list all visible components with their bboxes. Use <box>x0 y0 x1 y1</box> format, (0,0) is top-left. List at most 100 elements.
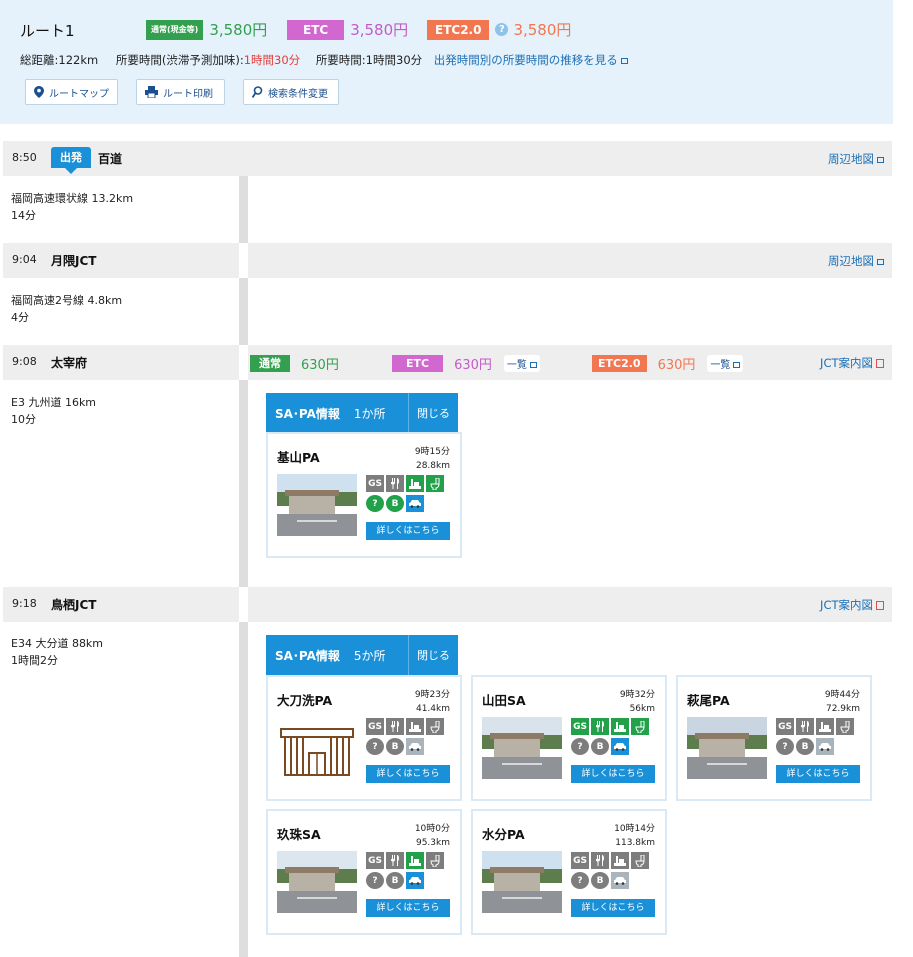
segment-road: 福岡高速2号線 4.8km <box>11 294 123 307</box>
sapa-photo <box>482 851 562 913</box>
fare-list-link[interactable]: 一覧 <box>707 355 744 372</box>
fare-cash: 通常(現金等) 3,580円 <box>146 19 267 40</box>
sapa-arrival: 9時44分 72.9km <box>824 690 860 714</box>
fare-etc2-tag: ETC2.0 <box>427 19 490 40</box>
shop-icon <box>406 475 424 492</box>
fare-cash-tag: 通常(現金等) <box>146 19 204 40</box>
restaurant-icon <box>796 718 814 735</box>
route-title: ルート1 <box>20 22 75 40</box>
info-icon: ? <box>776 738 794 755</box>
route-map-button[interactable]: ルートマップ <box>25 79 118 105</box>
route-timeline-line <box>239 163 248 957</box>
station-name: 百道 <box>98 152 123 166</box>
map-pin-icon <box>34 86 44 98</box>
station-row: 9:04 月隈JCT 周辺地図 <box>3 243 892 278</box>
details-button[interactable]: 詳しくはこちら <box>571 765 655 783</box>
fare-list-link[interactable]: 一覧 <box>503 355 540 372</box>
restaurant-icon <box>386 718 404 735</box>
sapa-arrival: 9時15分 28.8km <box>414 447 450 471</box>
ev-charger-icon <box>816 738 834 755</box>
details-button[interactable]: 詳しくはこちら <box>776 765 860 783</box>
details-button[interactable]: 詳しくはこちら <box>571 899 655 917</box>
segment-duration: 4分 <box>11 311 29 324</box>
sapa-thumbnail[interactable] <box>277 851 357 913</box>
info-icon: ? <box>366 872 384 889</box>
sapa-name: 基山PA <box>277 450 320 465</box>
sapa-thumbnail[interactable] <box>687 717 767 779</box>
info-icon: ? <box>571 872 589 889</box>
sapa-photo <box>687 717 767 779</box>
facility-icons: GS? B <box>366 475 456 515</box>
station-row: 8:50 出発 百道 周辺地図 <box>3 141 892 176</box>
sapa-card: 基山PA 9時15分 28.8km GS? B 詳しくはこちら <box>266 432 462 558</box>
sapa-name: 大刀洗PA <box>277 693 333 708</box>
external-link-icon <box>877 156 884 163</box>
sapa-close-button[interactable]: 閉じる <box>408 393 458 433</box>
building-icon <box>280 728 354 776</box>
jct-guide-link[interactable]: JCT案内図 <box>820 355 884 371</box>
station-name: 月隈JCT <box>51 254 97 268</box>
nearby-map-link[interactable]: 周辺地図 <box>828 151 884 167</box>
time-traffic-label: 所要時間(渋滞予測加味): <box>115 53 244 67</box>
gas-station-icon: GS <box>366 718 384 735</box>
toilet-icon <box>836 718 854 735</box>
sapa-thumbnail[interactable] <box>277 717 357 779</box>
sapa-arrival: 10時0分 95.3km <box>414 824 450 848</box>
details-button[interactable]: 詳しくはこちら <box>366 765 450 783</box>
station-time: 8:50 <box>12 151 37 164</box>
segment-road: 福岡高速環状線 13.2km <box>11 192 134 205</box>
route-print-button[interactable]: ルート印刷 <box>136 79 225 105</box>
change-conditions-button[interactable]: 検索条件変更 <box>243 79 339 105</box>
sapa-arrival: 10時14分 113.8km <box>614 824 655 848</box>
search-icon <box>252 86 263 98</box>
station-name: 鳥栖JCT <box>51 598 97 612</box>
sapa-title: SA･PA情報 <box>275 648 340 663</box>
sapa-card: 水分PA 10時14分 113.8km GS? B 詳しくはこちら <box>471 809 667 935</box>
baby-room-icon: B <box>386 495 404 512</box>
ev-charger-icon <box>406 495 424 512</box>
segment-info: 福岡高速2号線 4.8km 4分 <box>11 292 122 326</box>
sapa-close-button[interactable]: 閉じる <box>408 635 458 675</box>
station-time: 9:08 <box>12 355 37 368</box>
baby-room-icon: B <box>386 738 404 755</box>
segment-duration: 10分 <box>11 413 36 426</box>
sapa-thumbnail[interactable] <box>482 717 562 779</box>
segment-info: E3 九州道 16km 10分 <box>11 394 96 428</box>
baby-room-icon: B <box>796 738 814 755</box>
sapa-card: 萩尾PA 9時44分 72.9km GS? B 詳しくはこちら <box>676 675 872 801</box>
sapa-thumbnail[interactable] <box>277 474 357 536</box>
segment-road: E3 九州道 16km <box>11 396 97 409</box>
printer-icon <box>145 86 158 98</box>
station-name: 太宰府 <box>51 356 88 370</box>
info-icon: ? <box>366 495 384 512</box>
gas-station-icon: GS <box>366 475 384 492</box>
facility-icons: GS? B <box>571 852 661 892</box>
sapa-thumbnail[interactable] <box>482 851 562 913</box>
shop-icon <box>611 852 629 869</box>
gas-station-icon: GS <box>366 852 384 869</box>
sapa-name: 山田SA <box>482 693 526 708</box>
sapa-title: SA･PA情報 <box>275 406 340 421</box>
sapa-card: 玖珠SA 10時0分 95.3km GS? B 詳しくはこちら <box>266 809 462 935</box>
details-button[interactable]: 詳しくはこちら <box>366 899 450 917</box>
trend-link[interactable]: 出発時間別の所要時間の推移を見る <box>434 53 628 67</box>
station-time: 9:04 <box>12 253 37 266</box>
external-link-icon <box>620 57 628 64</box>
fare-cash-amount: 3,580円 <box>209 21 268 39</box>
station-time: 9:18 <box>12 597 37 610</box>
ev-charger-icon <box>611 872 629 889</box>
facility-icons: GS? B <box>571 718 661 758</box>
toilet-icon <box>631 718 649 735</box>
details-button[interactable]: 詳しくはこちら <box>366 522 450 540</box>
sapa-card: 山田SA 9時32分 56km GS? B 詳しくはこちら <box>471 675 667 801</box>
jct-guide-link[interactable]: JCT案内図 <box>820 597 884 613</box>
station-fare-cash: 通常 630円 <box>250 354 339 373</box>
toilet-icon <box>426 852 444 869</box>
help-icon[interactable]: ? <box>495 23 509 36</box>
fare-etc2: ETC2.0 ? 3,580円 <box>427 19 571 40</box>
shop-icon <box>406 852 424 869</box>
nearby-map-link[interactable]: 周辺地図 <box>828 253 884 269</box>
sapa-count: 1か所 <box>353 406 386 421</box>
station-row: 9:18 鳥栖JCT JCT案内図 <box>3 587 892 622</box>
segment-duration: 14分 <box>11 209 36 222</box>
